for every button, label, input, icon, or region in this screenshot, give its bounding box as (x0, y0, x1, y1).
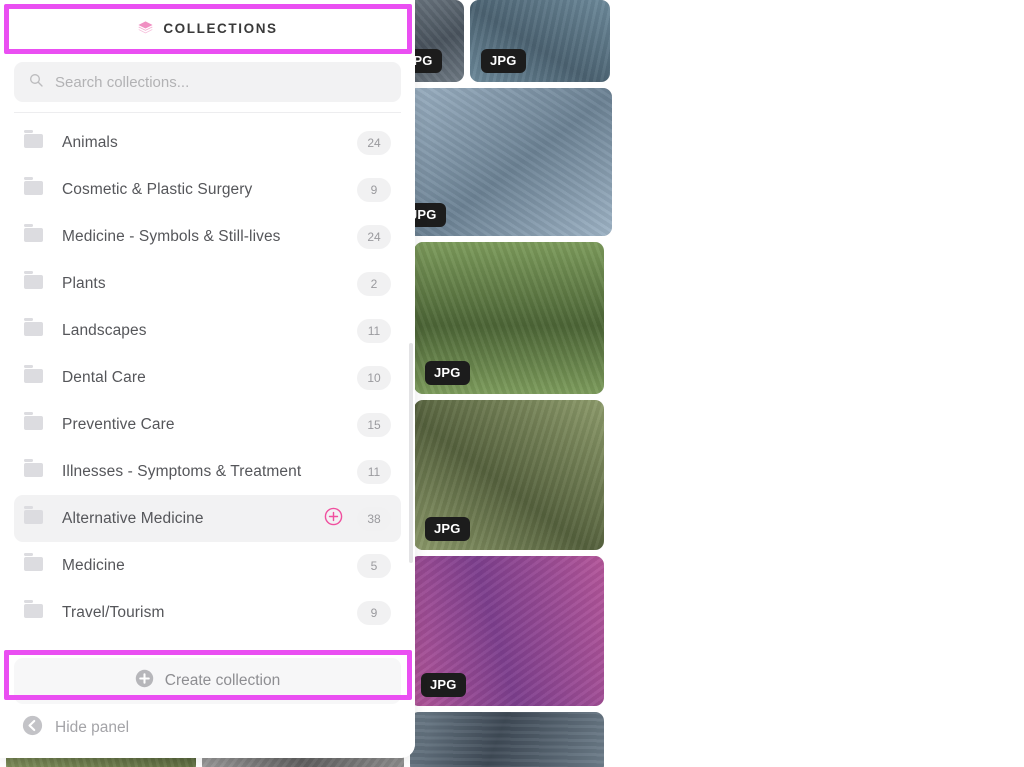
folder-icon (22, 599, 48, 626)
file-type-badge: JPG (425, 517, 470, 541)
collection-name: Illnesses - Symptoms & Treatment (62, 462, 302, 480)
collection-list-item[interactable]: Medicine 5 (14, 542, 401, 589)
collection-count-badge: 2 (357, 271, 391, 296)
collection-list-item[interactable]: Dental Care 10 (14, 354, 401, 401)
collection-count-badge: 24 (357, 224, 391, 249)
folder-icon (22, 458, 48, 485)
folder-icon (22, 552, 48, 579)
collection-name: Cosmetic & Plastic Surgery (62, 180, 253, 198)
collection-count-badge: 9 (357, 177, 391, 202)
hide-panel-label: Hide panel (55, 719, 130, 736)
collection-list-item[interactable]: Plants 2 (14, 260, 401, 307)
hide-panel-button[interactable]: Hide panel (14, 704, 401, 752)
file-type-badge: JPG (481, 49, 526, 73)
collection-count-badge: 11 (357, 318, 391, 343)
collections-panel: COLLECTIONS Animals 24 Cosmetic & Plastic … (0, 0, 415, 758)
collection-name: Plants (62, 274, 106, 292)
sidebar-scrollbar[interactable] (409, 343, 413, 563)
collection-list-item[interactable]: Cosmetic & Plastic Surgery 9 (14, 166, 401, 213)
folder-icon (22, 411, 48, 438)
collection-name: Animals (62, 133, 118, 151)
folder-icon (22, 129, 48, 156)
collection-list-item[interactable]: Travel/Tourism 9 (14, 589, 401, 636)
collection-count-badge: 10 (357, 365, 391, 390)
collection-list-item[interactable]: Illnesses - Symptoms & Treatment 11 (14, 448, 401, 495)
file-type-badge: JPG (421, 673, 466, 697)
search-collections-input[interactable] (55, 73, 387, 91)
collection-name: Preventive Care (62, 415, 175, 433)
collection-count-badge: 5 (357, 553, 391, 578)
create-collection-label: Create collection (164, 672, 281, 689)
image-thumbnail[interactable]: JPG (390, 88, 612, 236)
collection-list-item[interactable]: Landscapes 11 (14, 307, 401, 354)
arrow-left-circle-icon (22, 715, 43, 741)
create-collection-button[interactable]: Create collection (14, 658, 401, 704)
thumbnail-texture (410, 712, 604, 767)
collection-count-badge: 9 (357, 600, 391, 625)
collection-name: Travel/Tourism (62, 603, 165, 621)
plus-circle-filled-icon (135, 669, 154, 693)
folder-icon (22, 505, 48, 532)
collection-list-item[interactable]: Preventive Care 15 (14, 401, 401, 448)
collection-count-badge: 15 (357, 412, 391, 437)
sidebar-footer: Create collection Hide panel (0, 650, 415, 758)
folder-icon (22, 317, 48, 344)
collection-count-badge: 24 (357, 130, 391, 155)
collection-list[interactable]: Animals 24 Cosmetic & Plastic Surgery 9 Medi… (0, 113, 415, 650)
file-type-badge: JPG (425, 361, 470, 385)
collection-name: Landscapes (62, 321, 147, 339)
collection-name: Medicine - Symbols & Still-lives (62, 227, 281, 245)
app-root: JPGJPGJPGJPGJPGJPGJPGJPGJPGJPGJPGJPGJPGJ… (0, 0, 1024, 767)
folder-icon (22, 223, 48, 250)
image-thumbnail[interactable]: JPG (470, 0, 610, 82)
image-thumbnail[interactable] (410, 712, 604, 767)
image-thumbnail[interactable]: JPG (414, 400, 604, 550)
image-thumbnail[interactable]: JPG (414, 242, 604, 394)
collection-list-item[interactable]: Animals 24 (14, 119, 401, 166)
collection-name: Dental Care (62, 368, 146, 386)
search-container (0, 56, 415, 112)
folder-icon (22, 176, 48, 203)
image-thumbnail[interactable]: JPG (410, 556, 604, 706)
search-icon (28, 72, 44, 93)
folder-icon (22, 270, 48, 297)
collection-count-badge: 38 (357, 506, 391, 531)
collection-count-badge: 11 (357, 459, 391, 484)
layers-icon (137, 20, 154, 37)
search-collections-box[interactable] (14, 62, 401, 102)
collections-header-label: COLLECTIONS (163, 20, 278, 36)
collection-list-item[interactable]: Alternative Medicine 38 (14, 495, 401, 542)
folder-icon (22, 364, 48, 391)
collection-list-item[interactable]: Medicine - Symbols & Still-lives 24 (14, 213, 401, 260)
collection-name: Medicine (62, 556, 125, 574)
collection-name: Alternative Medicine (62, 509, 204, 527)
plus-circle-icon[interactable] (324, 507, 343, 531)
collections-header[interactable]: COLLECTIONS (0, 0, 415, 56)
